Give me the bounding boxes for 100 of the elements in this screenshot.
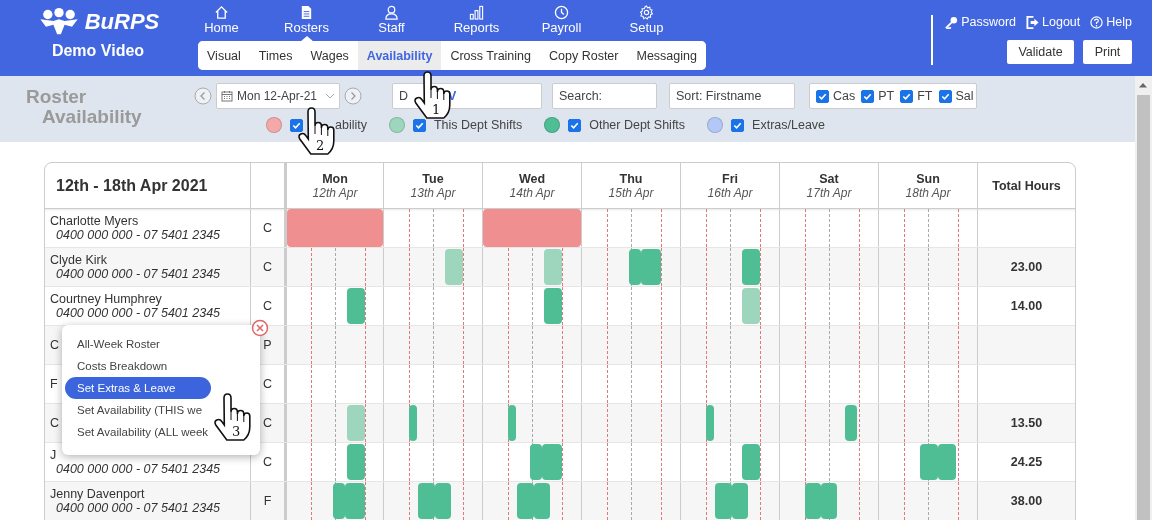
employee-name: Charlotte Myers (50, 214, 139, 228)
nav-item[interactable]: Reports (434, 5, 519, 42)
shift-block[interactable] (742, 249, 761, 285)
employee-name: Jenny Davenport (50, 487, 145, 501)
shift-block[interactable] (640, 249, 662, 285)
home-icon (214, 5, 229, 20)
shift-block[interactable] (533, 483, 550, 519)
scroll-up-icon[interactable] (1138, 82, 1148, 88)
scrollbar[interactable] (1135, 76, 1152, 520)
page-title: Availability (41, 107, 143, 127)
checkbox[interactable] (290, 118, 303, 132)
search-field[interactable]: Search: (552, 83, 657, 109)
checkbox-label: PT (878, 89, 895, 103)
shift-block[interactable] (705, 405, 714, 441)
day-date: 18th Apr (905, 185, 951, 200)
week-range: 12th - 18th Apr 2021 (55, 176, 209, 195)
shift-block[interactable] (920, 444, 938, 480)
shift-block[interactable] (845, 405, 858, 441)
day-name: Sun (916, 171, 940, 186)
shift-block[interactable] (544, 249, 563, 285)
table-row[interactable]: Clyde Kirk 0400 000 000 - 07 5401 2345 C 23.00 (45, 248, 1075, 287)
clock-icon (554, 5, 569, 20)
shift-block[interactable] (445, 249, 464, 285)
shift-block[interactable] (344, 483, 365, 519)
shift-block[interactable] (544, 288, 563, 324)
shift-block[interactable] (517, 483, 534, 519)
phone-number: 0400 000 000 - 07 5401 2345 (55, 228, 221, 242)
day-name: Thu (619, 171, 643, 186)
logo-text: BuRPS (84, 9, 160, 35)
employment-type: C (263, 455, 272, 469)
person-icon (384, 5, 399, 20)
checkbox[interactable] (900, 89, 914, 103)
nav-item[interactable]: Setup (604, 5, 689, 42)
day-date: 12th Apr (312, 185, 358, 200)
total-hours: 23.00 (1010, 260, 1043, 274)
shift-block[interactable] (821, 483, 837, 519)
step-number: 3 (232, 424, 241, 439)
shift-block[interactable] (804, 483, 822, 519)
key-icon (945, 15, 959, 29)
checkbox[interactable] (816, 89, 829, 103)
sort-field[interactable]: Sort: Firstname (669, 83, 795, 109)
account-link[interactable]: Help (1090, 15, 1132, 29)
subnav-tab[interactable]: Availability (357, 41, 442, 70)
checkbox[interactable] (861, 89, 875, 103)
menu-item[interactable]: Set Extras & Leave (65, 377, 211, 399)
shift-block[interactable] (742, 288, 761, 324)
total-hours: 38.00 (1010, 494, 1043, 508)
total-hours: 13.50 (1010, 416, 1043, 430)
next-week-button[interactable] (344, 87, 362, 105)
checkbox[interactable] (412, 118, 426, 132)
legend-label: This Dept Shifts (433, 118, 523, 132)
checkbox[interactable] (731, 118, 745, 132)
day-name: Wed (518, 171, 546, 186)
employee-name: Clyde Kirk (50, 253, 107, 267)
account-link[interactable]: Password (945, 15, 1017, 29)
app-subtitle: Demo Video (51, 42, 145, 60)
phone-number: 0400 000 000 - 07 5401 2345 (55, 501, 221, 515)
header-button[interactable]: Print (1083, 40, 1132, 64)
calendar-icon (221, 90, 233, 102)
legend-label: Extras/Leave (752, 118, 826, 132)
close-icon[interactable] (251, 319, 269, 337)
header-button[interactable]: Validate (1007, 40, 1074, 64)
checkbox[interactable] (568, 118, 582, 132)
nav-item[interactable]: Payroll (519, 5, 604, 42)
day-name: Sat (819, 171, 839, 186)
document-icon (299, 5, 314, 20)
previous-week-button[interactable] (194, 87, 212, 105)
shift-block[interactable] (434, 483, 451, 519)
shift-block[interactable] (333, 483, 345, 519)
page-title: Roster (26, 87, 88, 107)
date-field[interactable]: Mon 12-Apr-21 (216, 83, 340, 109)
menu-item[interactable]: All-Week Roster (65, 333, 211, 355)
shift-block[interactable] (347, 444, 365, 480)
day-date: 16th Apr (707, 185, 753, 200)
nav-item[interactable]: Staff (349, 5, 434, 42)
shift-block[interactable] (408, 405, 417, 441)
employment-type: F (263, 494, 272, 508)
shift-block[interactable] (507, 405, 516, 441)
total-hours: 14.00 (1010, 299, 1043, 313)
chevron-down-icon (325, 93, 335, 99)
employment-type: C (263, 260, 272, 274)
employee-name: J (50, 448, 57, 462)
shift-block[interactable] (629, 249, 641, 285)
day-date: 14th Apr (509, 185, 555, 200)
shift-block[interactable] (541, 444, 563, 480)
shift-block[interactable] (742, 444, 761, 480)
shift-block[interactable] (418, 483, 435, 519)
day-date: 15th Apr (608, 185, 654, 200)
table-row[interactable]: Jenny Davenport 0400 000 000 - 07 5401 2345 F 38.00 (45, 482, 1075, 520)
nav-item[interactable]: Home (179, 5, 264, 42)
employment-type: P (263, 338, 272, 352)
menu-item[interactable]: Set Availability (ALL week (65, 421, 211, 443)
account-link[interactable]: Logout (1026, 15, 1081, 29)
shift-block[interactable] (347, 288, 365, 324)
legend-label: Other Dept Shifts (589, 118, 686, 132)
shift-block[interactable] (937, 444, 957, 480)
shift-block[interactable] (715, 483, 732, 519)
checkbox[interactable] (938, 89, 952, 103)
shift-block[interactable] (731, 483, 748, 519)
shift-block[interactable] (530, 444, 542, 480)
